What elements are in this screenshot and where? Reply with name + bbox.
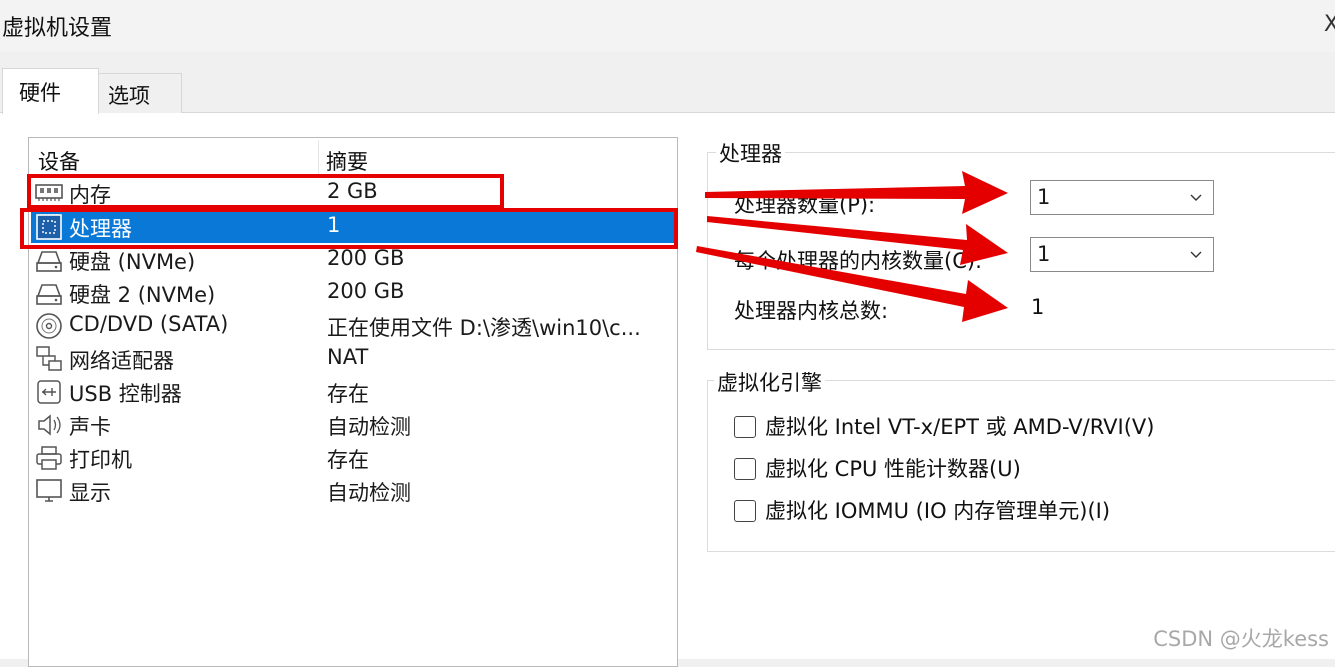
device-summary: 正在使用文件 D:\渗透\win10\c... [327,316,641,340]
processor-count-label: 处理器数量(P): [734,193,876,217]
device-row-cd-dvd[interactable]: CD/DVD (SATA) 正在使用文件 D:\渗透\win10\c... [31,309,674,342]
hard-disk-icon [36,251,62,272]
device-name: 显示 [69,481,111,505]
device-summary: 200 GB [327,246,405,270]
checkbox-label: 虚拟化 Intel VT-x/EPT 或 AMD-V/RVI(V) [765,415,1155,439]
processor-count-select[interactable]: 1 [1030,180,1214,215]
checkbox-virtualize-vtx[interactable]: 虚拟化 Intel VT-x/EPT 或 AMD-V/RVI(V) [734,411,1155,441]
checkbox-virtualize-cpu-counters[interactable]: 虚拟化 CPU 性能计数器(U) [734,453,1021,483]
device-row-network-adapter[interactable]: 网络适配器 NAT [31,342,674,375]
chevron-down-icon [1190,251,1202,258]
column-divider [318,140,319,174]
cores-per-processor-value: 1 [1037,242,1051,266]
monitor-icon [36,479,62,502]
total-cores-value: 1 [1031,295,1045,319]
column-header-device[interactable]: 设备 [38,146,80,176]
device-row-usb-controller[interactable]: USB 控制器 存在 [31,375,674,408]
checkbox-box[interactable] [734,416,756,438]
checkbox-label: 虚拟化 CPU 性能计数器(U) [765,457,1021,481]
device-summary: 自动检测 [327,481,411,505]
column-header-summary[interactable]: 摘要 [326,146,368,176]
device-name: 内存 [69,183,111,207]
device-name: 打印机 [69,448,132,472]
chevron-down-icon [1190,194,1202,201]
device-row-display[interactable]: 显示 自动检测 [31,474,674,507]
device-summary: 存在 [327,448,369,472]
checkbox-virtualize-iommu[interactable]: 虚拟化 IOMMU (IO 内存管理单元)(I) [734,495,1110,525]
usb-icon [37,380,61,404]
device-row-hard-disk-2[interactable]: 硬盘 2 (NVMe) 200 GB [31,276,674,309]
hard-disk-icon [36,284,62,305]
cd-dvd-icon [36,313,62,339]
virtualization-group-title: 虚拟化引擎 [714,367,825,397]
tab-hardware[interactable]: 硬件 [2,68,99,114]
memory-icon [35,184,63,201]
device-name: USB 控制器 [69,382,182,406]
cores-per-processor-label: 每个处理器的内核数量(C): [734,249,983,273]
processor-icon [36,214,62,240]
device-name: 处理器 [69,217,132,241]
device-name: 网络适配器 [69,349,174,373]
device-summary: 存在 [327,382,369,406]
watermark: CSDN @火龙kess [1153,627,1329,651]
checkbox-label: 虚拟化 IOMMU (IO 内存管理单元)(I) [765,499,1111,523]
device-row-sound-card[interactable]: 声卡 自动检测 [31,408,674,441]
window-title: 虚拟机设置 [2,16,113,41]
network-adapter-icon [36,346,62,371]
device-summary: 1 [327,213,341,237]
device-summary: 2 GB [327,179,378,203]
device-name: 硬盘 (NVMe) [69,250,196,274]
close-icon[interactable]: X [1324,12,1335,37]
device-summary: 200 GB [327,279,405,303]
speaker-icon [38,414,61,436]
device-name: CD/DVD (SATA) [69,312,229,336]
device-summary: 自动检测 [327,415,411,439]
processor-count-value: 1 [1037,185,1051,209]
checkbox-box[interactable] [734,500,756,522]
checkbox-box[interactable] [734,458,756,480]
device-summary: NAT [327,345,369,369]
processor-group-title: 处理器 [716,138,785,168]
printer-icon [36,446,62,470]
device-row-memory[interactable]: 内存 2 GB [31,176,674,209]
tab-options[interactable]: 选项 [98,73,182,113]
device-name: 声卡 [69,415,111,439]
device-row-hard-disk[interactable]: 硬盘 (NVMe) 200 GB [31,243,674,276]
title-bar: 虚拟机设置 X [0,0,1335,52]
device-row-processor[interactable]: 处理器 1 [31,210,674,243]
cores-per-processor-select[interactable]: 1 [1030,237,1214,272]
device-name: 硬盘 2 (NVMe) [69,283,216,307]
total-cores-label: 处理器内核总数: [734,299,889,323]
device-row-printer[interactable]: 打印机 存在 [31,441,674,474]
